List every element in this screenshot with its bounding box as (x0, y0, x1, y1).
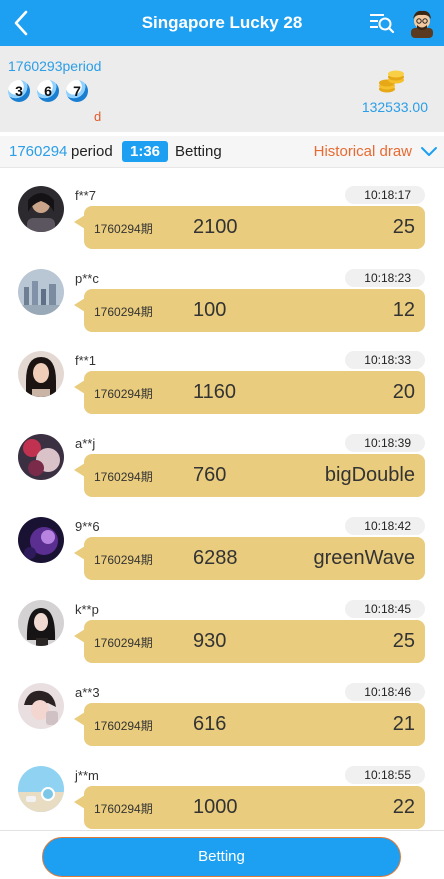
bet-row: a**j 10:18:39 1760294期 760 bigDouble (0, 416, 444, 498)
bet-period: 1760294期 (94, 387, 153, 401)
bet-time: 10:18:46 (345, 683, 425, 701)
current-period-bar: 1760294 period 1:36 Betting Historical d… (0, 136, 444, 168)
bet-username: a**j (75, 436, 96, 451)
bet-pick: 25 (392, 630, 415, 652)
bet-pick: greenWave (313, 547, 415, 569)
bet-row: p**c 10:18:23 1760294期 100 12 (0, 251, 444, 333)
avatar (18, 434, 64, 480)
bet-time: 10:18:39 (345, 434, 425, 452)
bet-bubble: 1760294期 1000 22 (74, 786, 425, 829)
bet-bubble: 1760294期 616 21 (74, 703, 425, 746)
bet-pick: 12 (392, 299, 415, 321)
current-period-word: period (71, 143, 113, 160)
bet-username: f**1 (75, 353, 96, 368)
bet-pick: 22 (392, 796, 415, 818)
bet-amount: 930 (193, 630, 227, 652)
draw-ball: 6 (37, 80, 59, 102)
last-period-label: 1760293period (8, 58, 102, 74)
list-search-icon[interactable] (368, 10, 396, 36)
bet-period: 1760294期 (94, 305, 153, 319)
betting-button[interactable]: Betting (42, 837, 401, 877)
bottom-bar: Betting (0, 830, 444, 879)
bet-username: f**7 (75, 188, 96, 203)
bet-bubble: 1760294期 6288 greenWave (74, 537, 425, 580)
bet-period: 1760294期 (94, 553, 153, 567)
bet-row: f**7 10:18:17 1760294期 2100 25 (0, 168, 444, 250)
bet-bubble: 1760294期 100 12 (74, 289, 425, 332)
last-draw-panel: 1760293period 3 6 7 d 132533.00 (0, 46, 444, 132)
bet-bubble: 1760294期 1160 20 (74, 371, 425, 414)
bet-period: 1760294期 (94, 470, 153, 484)
chevron-down-icon[interactable] (420, 145, 438, 159)
current-period-number: 1760294 (9, 143, 68, 160)
draw-ball: 3 (8, 80, 30, 102)
bet-time: 10:18:33 (345, 351, 425, 369)
bet-username: p**c (75, 271, 99, 286)
bet-pick: 20 (392, 381, 415, 403)
top-app-bar: Singapore Lucky 28 (0, 0, 444, 46)
avatar (18, 186, 64, 232)
coins-icon (376, 68, 406, 94)
avatar (18, 269, 64, 315)
bet-row: a**3 10:18:46 1760294期 616 21 (0, 665, 444, 747)
bet-amount: 1160 (193, 381, 237, 403)
bet-period: 1760294期 (94, 719, 153, 733)
bet-period: 1760294期 (94, 802, 153, 816)
draw-ball: 7 (66, 80, 88, 102)
bet-username: k**p (75, 602, 99, 617)
bet-pick: 25 (392, 216, 415, 238)
bet-username: j**m (75, 768, 99, 783)
bet-list[interactable]: f**7 10:18:17 1760294期 2100 25 p**c 10:1… (0, 168, 444, 830)
bet-time: 10:18:42 (345, 517, 425, 535)
bet-period: 1760294期 (94, 636, 153, 650)
betting-status: Betting (175, 143, 222, 160)
bet-bubble: 1760294期 760 bigDouble (74, 454, 425, 497)
avatar (18, 351, 64, 397)
bet-time: 10:18:23 (345, 269, 425, 287)
bet-amount: 6288 (193, 547, 238, 569)
user-avatar-icon[interactable] (408, 8, 436, 38)
bet-row: k**p 10:18:45 1760294期 930 25 (0, 582, 444, 664)
bet-amount: 100 (193, 299, 227, 321)
bet-period: 1760294期 (94, 222, 153, 236)
bet-username: a**3 (75, 685, 100, 700)
bet-row: 9**6 10:18:42 1760294期 6288 greenWave (0, 499, 444, 581)
bet-amount: 616 (193, 713, 227, 735)
bet-bubble: 1760294期 2100 25 (74, 206, 425, 249)
avatar (18, 683, 64, 729)
bet-row: f**1 10:18:33 1760294期 1160 20 (0, 333, 444, 415)
bet-row: j**m 10:18:55 1760294期 1000 22 (0, 748, 444, 830)
bet-time: 10:18:17 (345, 186, 425, 204)
avatar (18, 600, 64, 646)
bet-time: 10:18:55 (345, 766, 425, 784)
bet-time: 10:18:45 (345, 600, 425, 618)
countdown-timer: 1:36 (122, 141, 168, 162)
bet-bubble: 1760294期 930 25 (74, 620, 425, 663)
bet-amount: 760 (193, 464, 227, 486)
historical-draw-link[interactable]: Historical draw (314, 143, 412, 160)
bet-username: 9**6 (75, 519, 100, 534)
balance-amount: 132533.00 (361, 99, 428, 115)
avatar (18, 766, 64, 812)
bet-pick: 21 (392, 713, 415, 735)
avatar (18, 517, 64, 563)
draw-result-label: d (94, 109, 102, 124)
bet-amount: 1000 (193, 796, 238, 818)
bet-pick: bigDouble (324, 464, 415, 486)
bet-amount: 2100 (193, 216, 238, 238)
